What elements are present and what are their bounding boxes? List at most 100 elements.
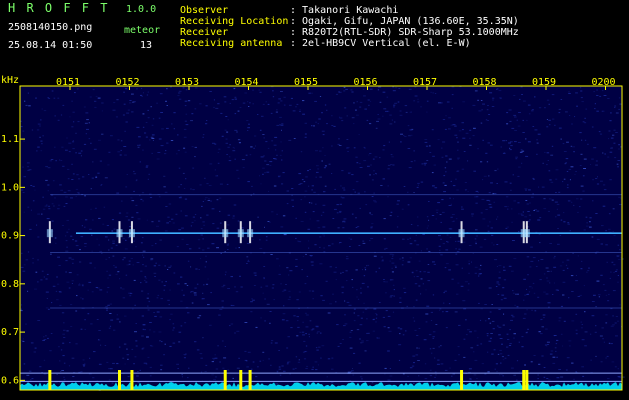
noise-speckle bbox=[40, 140, 43, 142]
noise-speckle bbox=[584, 139, 587, 141]
noise-speckle bbox=[50, 159, 54, 160]
noise-speckle bbox=[446, 234, 449, 236]
noise-speckle bbox=[413, 382, 415, 384]
noise-speckle bbox=[316, 349, 319, 351]
noise-speckle bbox=[437, 202, 441, 204]
noise-speckle bbox=[385, 292, 387, 294]
noise-speckle bbox=[142, 324, 146, 326]
noise-speckle bbox=[603, 341, 605, 343]
noise-speckle bbox=[131, 216, 134, 218]
noise-speckle bbox=[69, 116, 71, 118]
noise-speckle bbox=[138, 136, 141, 138]
noise-speckle bbox=[500, 362, 502, 364]
noise-speckle bbox=[46, 298, 48, 299]
noise-speckle bbox=[509, 182, 512, 184]
noise-speckle bbox=[291, 199, 294, 201]
noise-speckle bbox=[496, 266, 498, 267]
noise-speckle bbox=[399, 328, 403, 330]
noise-speckle bbox=[324, 104, 327, 106]
noise-speckle bbox=[478, 273, 482, 275]
noise-speckle bbox=[572, 146, 575, 148]
noise-speckle bbox=[411, 134, 413, 136]
noise-speckle bbox=[94, 100, 97, 102]
noise-speckle bbox=[372, 158, 375, 160]
noise-speckle bbox=[600, 361, 603, 363]
noise-speckle bbox=[479, 319, 482, 321]
noise-speckle bbox=[253, 147, 255, 149]
noise-speckle bbox=[516, 306, 519, 308]
noise-speckle bbox=[600, 180, 603, 182]
noise-speckle bbox=[318, 118, 321, 120]
noise-speckle bbox=[369, 212, 371, 214]
noise-speckle bbox=[93, 351, 96, 353]
noise-speckle bbox=[213, 106, 215, 108]
noise-speckle bbox=[462, 300, 466, 302]
noise-speckle bbox=[361, 282, 365, 284]
noise-speckle bbox=[22, 341, 25, 342]
noise-speckle bbox=[518, 166, 521, 168]
noise-speckle bbox=[359, 376, 363, 378]
noise-speckle bbox=[234, 113, 237, 115]
noise-speckle bbox=[618, 97, 621, 99]
noise-speckle bbox=[186, 285, 189, 286]
noise-speckle bbox=[205, 364, 208, 366]
noise-speckle bbox=[503, 313, 505, 315]
noise-speckle bbox=[281, 159, 283, 161]
noise-speckle bbox=[384, 367, 387, 369]
noise-speckle bbox=[230, 276, 233, 278]
noise-speckle bbox=[458, 130, 462, 132]
noise-speckle bbox=[347, 151, 349, 152]
noise-speckle bbox=[198, 269, 200, 270]
noise-speckle bbox=[348, 173, 350, 174]
noise-speckle bbox=[160, 364, 163, 366]
noise-speckle bbox=[503, 279, 507, 281]
noise-speckle bbox=[617, 160, 621, 161]
noise-speckle bbox=[316, 332, 318, 334]
noise-speckle bbox=[142, 200, 144, 202]
noise-speckle bbox=[124, 315, 127, 317]
noise-speckle bbox=[456, 189, 459, 191]
noise-speckle bbox=[278, 176, 280, 178]
noise-speckle bbox=[524, 313, 527, 315]
noise-speckle bbox=[132, 240, 135, 242]
noise-speckle bbox=[163, 175, 166, 177]
noise-speckle bbox=[76, 174, 79, 176]
noise-speckle bbox=[359, 207, 361, 209]
noise-speckle bbox=[575, 171, 577, 172]
noise-speckle bbox=[22, 166, 24, 168]
noise-speckle bbox=[185, 89, 188, 91]
noise-speckle bbox=[342, 187, 345, 189]
noise-speckle bbox=[155, 262, 157, 264]
noise-speckle bbox=[126, 348, 128, 350]
noise-speckle bbox=[144, 265, 147, 267]
noise-speckle bbox=[178, 197, 182, 199]
noise-speckle bbox=[503, 266, 505, 268]
noise-speckle bbox=[41, 213, 43, 215]
noise-speckle bbox=[355, 156, 358, 158]
noise-speckle bbox=[534, 129, 538, 131]
noise-speckle bbox=[63, 376, 65, 378]
noise-speckle bbox=[429, 375, 433, 377]
noise-speckle bbox=[521, 162, 523, 164]
noise-speckle bbox=[517, 125, 521, 127]
noise-speckle bbox=[227, 214, 231, 216]
noise-speckle bbox=[549, 179, 552, 181]
noise-speckle bbox=[391, 156, 394, 158]
noise-speckle bbox=[275, 111, 278, 113]
noise-speckle bbox=[359, 338, 361, 340]
noise-speckle bbox=[267, 147, 270, 149]
noise-speckle bbox=[274, 342, 278, 344]
noise-speckle bbox=[21, 340, 24, 342]
noise-speckle bbox=[316, 326, 319, 328]
noise-speckle bbox=[387, 164, 391, 166]
noise-speckle bbox=[396, 203, 399, 205]
noise-speckle bbox=[448, 303, 451, 305]
noise-speckle bbox=[289, 104, 292, 106]
noise-speckle bbox=[580, 153, 583, 155]
noise-speckle bbox=[133, 173, 137, 175]
noise-speckle bbox=[565, 162, 567, 164]
noise-speckle bbox=[303, 383, 306, 385]
noise-speckle bbox=[562, 294, 565, 296]
noise-speckle bbox=[176, 363, 179, 365]
noise-speckle bbox=[356, 289, 358, 291]
